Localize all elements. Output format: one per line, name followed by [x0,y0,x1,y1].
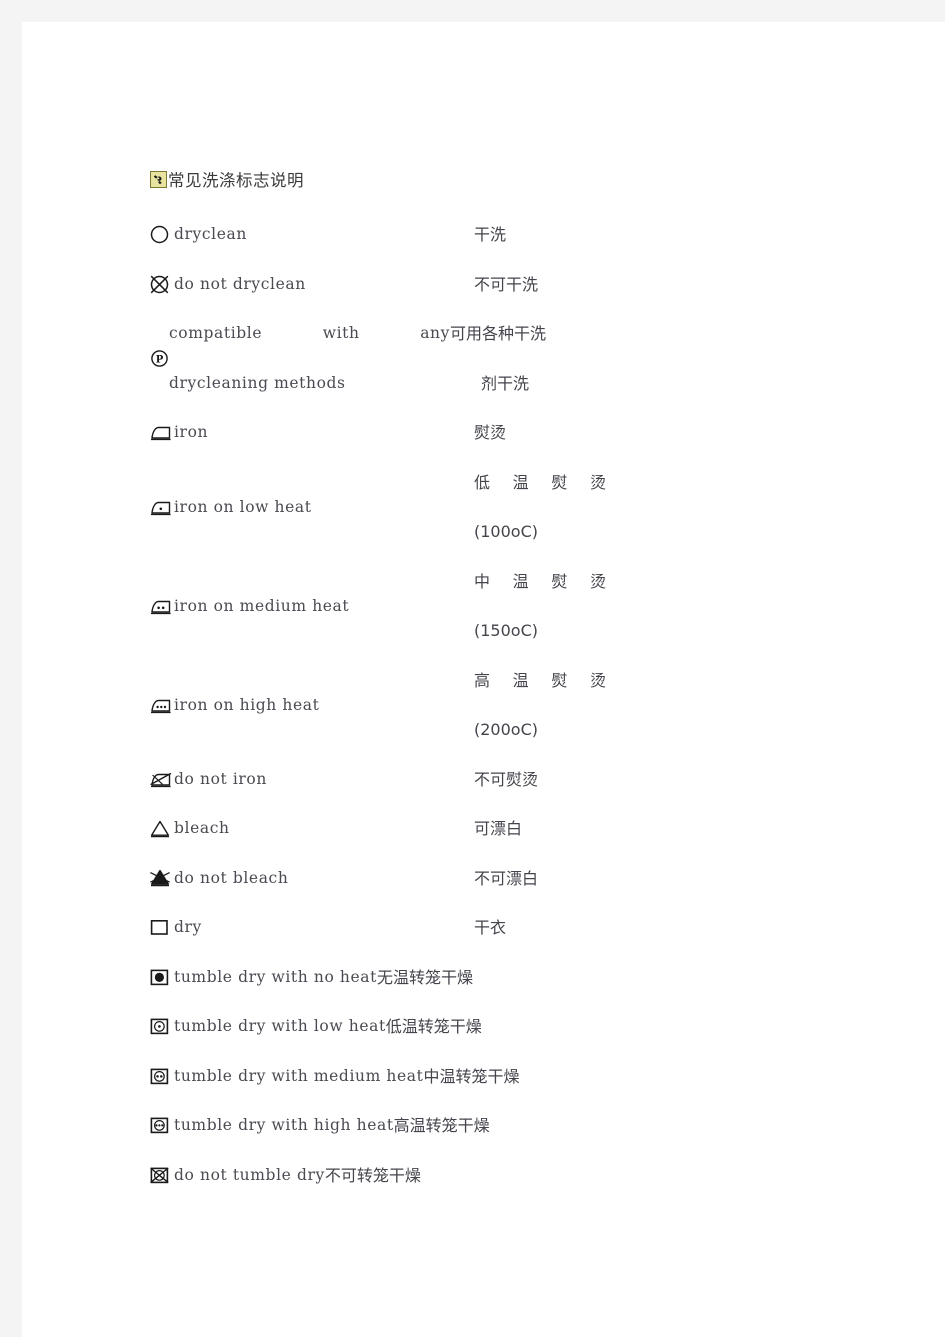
tumble-dry-2dot-icon [150,1068,174,1085]
care-row-chinese-line1: 低 温 熨 烫 [474,458,606,508]
tumble-dry-crossed-icon [150,1167,174,1184]
care-row-english: tumble dry with no heat [174,967,377,986]
chinese-char: 中 [474,571,491,591]
care-row-chinese: 不可漂白 [474,868,539,888]
care-row-dry: dry 干衣 [150,903,650,953]
care-row-chinese: 高温转笼干燥 [393,1116,490,1135]
care-row-english: compatible with any drycleaning methods [150,309,450,408]
care-row-english: tumble dry with medium heat [174,1066,424,1085]
english-word: compatible [169,324,263,342]
chinese-char: 烫 [589,472,606,492]
circle-p-icon: P [150,309,169,408]
care-row-chinese: 无温转笼干燥 [376,967,473,987]
english-word: any [420,324,450,342]
care-row-compatible-any-drycleaning: P compatible with any drycleaning method… [150,309,650,408]
care-row-english: dry [174,918,202,936]
care-row-english: tumble dry with low heat [174,1017,386,1035]
care-row-english: do not iron [174,769,267,788]
care-row-english-line2: drycleaning methods [169,373,346,392]
chinese-char: 熨 [551,571,568,591]
tumble-dry-3dot-icon [150,1117,174,1134]
care-symbol-list: 常见洗涤标志说明 dryclean 干洗 do not dryclean 不可干… [150,162,650,1200]
chinese-char: 烫 [589,571,606,591]
chinese-char: 烫 [589,670,606,690]
care-row-chinese-line2: 剂干洗 [481,373,530,393]
care-row-chinese: 低温转笼干燥 [385,1017,482,1036]
tumble-dry-filled-icon [150,969,174,986]
care-row-iron: iron 熨烫 [150,408,650,458]
care-row-chinese: 可漂白 [474,819,523,838]
iron-icon [150,424,174,441]
care-row-iron-high-heat: iron on high heat 高 温 熨 烫 (200oC) [150,656,650,755]
care-row-english: tumble dry with high heat [174,1116,394,1134]
circle-icon [150,225,174,244]
chinese-char: 熨 [551,670,568,690]
chinese-char: 熨 [551,472,568,492]
chinese-char: 温 [512,472,529,492]
care-row-chinese: 干衣 [474,918,507,937]
care-row-do-not-bleach: do not bleach 不可漂白 [150,854,650,904]
care-row-english: do not dryclean [174,274,306,293]
care-row-tumble-dry-low-heat: tumble dry with low heat 低温转笼干燥 [150,1002,650,1052]
tumble-dry-1dot-icon [150,1018,174,1035]
document-page: 常见洗涤标志说明 dryclean 干洗 do not dryclean 不可干… [22,22,945,1337]
care-row-do-not-tumble-dry: do not tumble dry 不可转笼干燥 [150,1151,650,1201]
chinese-char: 低 [474,472,491,492]
care-row-do-not-dryclean: do not dryclean 不可干洗 [150,260,650,310]
triangle-icon [150,820,174,838]
care-row-english-line1: compatible with any [169,309,450,359]
care-row-chinese: 低 温 熨 烫 (100oC) [474,458,650,557]
care-row-chinese: 干洗 [474,225,507,244]
iron-crossed-icon [150,771,174,788]
english-word: with [322,324,360,342]
page-title-row: 常见洗涤标志说明 [150,162,650,196]
care-row-tumble-dry-medium-heat: tumble dry with medium heat 中温转笼干燥 [150,1052,650,1102]
care-row-chinese-line1: 中 温 熨 烫 [474,557,606,607]
chinese-char: 高 [474,670,491,690]
care-row-english: do not bleach [174,868,289,887]
care-row-chinese: 可用各种干洗 剂干洗 [450,309,650,408]
care-row-chinese: 不可转笼干燥 [324,1165,421,1185]
link-anchor-icon [150,170,167,188]
care-row-do-not-iron: do not iron 不可熨烫 [150,755,650,805]
care-row-english: iron on low heat [174,498,312,516]
care-row-english: iron on high heat [174,696,320,714]
care-row-english: do not tumble dry [174,1165,325,1184]
care-row-chinese-line2: (200oC) [474,720,538,739]
triangle-filled-crossed-icon [150,869,174,887]
care-row-chinese: 中温转笼干燥 [423,1066,520,1086]
iron-2dot-icon [150,557,174,656]
circle-crossed-icon [150,275,174,294]
care-row-tumble-dry-no-heat: tumble dry with no heat 无温转笼干燥 [150,953,650,1003]
care-row-english: iron [174,423,209,441]
care-row-iron-low-heat: iron on low heat 低 温 熨 烫 (100oC) [150,458,650,557]
care-row-chinese-line1: 可用各种干洗 [450,324,547,343]
care-row-chinese-line2: (100oC) [474,522,538,541]
page-title: 常见洗涤标志说明 [168,171,304,190]
care-row-english: iron on medium heat [174,597,350,615]
iron-1dot-icon [150,458,174,557]
care-row-chinese: 不可熨烫 [474,769,539,789]
care-row-iron-medium-heat: iron on medium heat 中 温 熨 烫 (150oC) [150,557,650,656]
care-row-dryclean: dryclean 干洗 [150,210,650,260]
care-row-tumble-dry-high-heat: tumble dry with high heat 高温转笼干燥 [150,1101,650,1151]
chinese-char: 温 [512,670,529,690]
care-row-english: bleach [174,819,230,837]
care-row-chinese-line1: 高 温 熨 烫 [474,656,606,706]
care-row-chinese: 高 温 熨 烫 (200oC) [474,656,650,755]
care-row-chinese: 中 温 熨 烫 (150oC) [474,557,650,656]
care-row-english: dryclean [174,225,247,243]
iron-3dot-icon [150,656,174,755]
care-row-chinese-line2: (150oC) [474,621,538,640]
care-row-bleach: bleach 可漂白 [150,804,650,854]
svg-text:P: P [156,354,164,365]
care-row-chinese: 熨烫 [474,423,507,442]
care-row-chinese: 不可干洗 [474,274,539,294]
chinese-char: 温 [512,571,529,591]
square-icon [150,919,174,936]
